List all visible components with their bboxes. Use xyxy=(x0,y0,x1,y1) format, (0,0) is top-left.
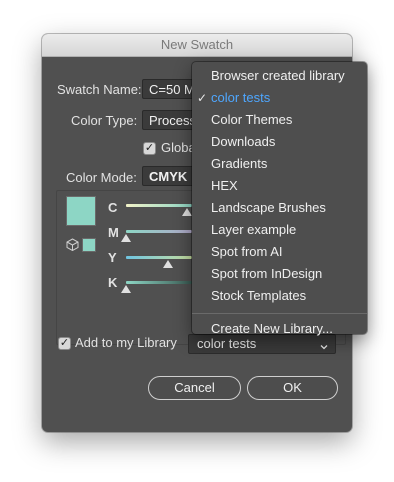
menu-item-label: Browser created library xyxy=(211,68,345,83)
menu-item-label: Gradients xyxy=(211,156,268,171)
slider-track-k[interactable] xyxy=(126,281,192,284)
menu-item-landscape-brushes[interactable]: Landscape Brushes xyxy=(192,197,367,219)
ok-button[interactable]: OK xyxy=(247,376,338,400)
menu-item-label: Color Themes xyxy=(211,112,293,127)
add-to-library-checkbox[interactable]: ✓ xyxy=(58,337,71,350)
menu-item-label: color tests xyxy=(211,90,271,105)
menu-item-color-themes[interactable]: Color Themes xyxy=(192,109,367,131)
color-preview-swatch xyxy=(66,196,96,226)
menu-item-gradients[interactable]: Gradients xyxy=(192,153,367,175)
library-dropdown-menu: Browser created library ✓ color tests Col… xyxy=(192,62,367,336)
slider-label-y: Y xyxy=(108,250,117,265)
menu-item-label: Spot from AI xyxy=(211,244,283,259)
slider-label-k: K xyxy=(108,275,118,290)
menu-item-spot-from-ai[interactable]: Spot from AI xyxy=(192,241,367,263)
cancel-button[interactable]: Cancel xyxy=(148,376,241,400)
menu-item-spot-from-indesign[interactable]: Spot from InDesign xyxy=(192,263,367,285)
menu-item-label: Layer example xyxy=(211,222,297,237)
menu-item-color-tests[interactable]: ✓ color tests xyxy=(192,87,367,109)
menu-item-create-new-library[interactable]: Create New Library... xyxy=(192,318,367,340)
color-mode-label: Color Mode: xyxy=(66,170,137,185)
slider-track-y[interactable] xyxy=(126,256,192,259)
menu-item-stock-templates[interactable]: Stock Templates xyxy=(192,285,367,307)
color-type-label: Color Type: xyxy=(71,113,138,128)
gamut-swatch[interactable] xyxy=(82,238,96,252)
slider-label-m: M xyxy=(108,225,119,240)
slider-track-c[interactable] xyxy=(126,204,192,207)
menu-item-layer-example[interactable]: Layer example xyxy=(192,219,367,241)
menu-item-label: Stock Templates xyxy=(211,288,307,303)
menu-item-label: Spot from InDesign xyxy=(211,266,323,281)
swatch-name-label: Swatch Name: xyxy=(57,82,142,97)
menu-item-downloads[interactable]: Downloads xyxy=(192,131,367,153)
slider-track-m[interactable] xyxy=(126,230,192,233)
global-label: Globa xyxy=(161,140,196,155)
menu-item-label: Landscape Brushes xyxy=(211,200,326,215)
chevron-down-icon xyxy=(319,339,329,350)
out-of-gamut-cube-icon xyxy=(66,238,79,252)
slider-label-c: C xyxy=(108,200,118,215)
menu-item-label: Downloads xyxy=(211,134,276,149)
menu-item-label: HEX xyxy=(211,178,238,193)
slider-thumb-y[interactable] xyxy=(163,260,173,268)
menu-item-label: Create New Library... xyxy=(211,321,333,336)
slider-thumb-m[interactable] xyxy=(121,234,131,242)
menu-separator xyxy=(192,313,367,314)
menu-item-browser-created-library[interactable]: Browser created library xyxy=(192,65,367,87)
menu-item-hex[interactable]: HEX xyxy=(192,175,367,197)
checkmark-icon: ✓ xyxy=(197,91,208,105)
dialog-title: New Swatch xyxy=(42,34,352,57)
add-to-library-label: Add to my Library xyxy=(75,335,177,350)
global-checkbox[interactable]: ✓ xyxy=(143,142,156,155)
slider-thumb-c[interactable] xyxy=(182,208,192,216)
slider-thumb-k[interactable] xyxy=(121,285,131,293)
